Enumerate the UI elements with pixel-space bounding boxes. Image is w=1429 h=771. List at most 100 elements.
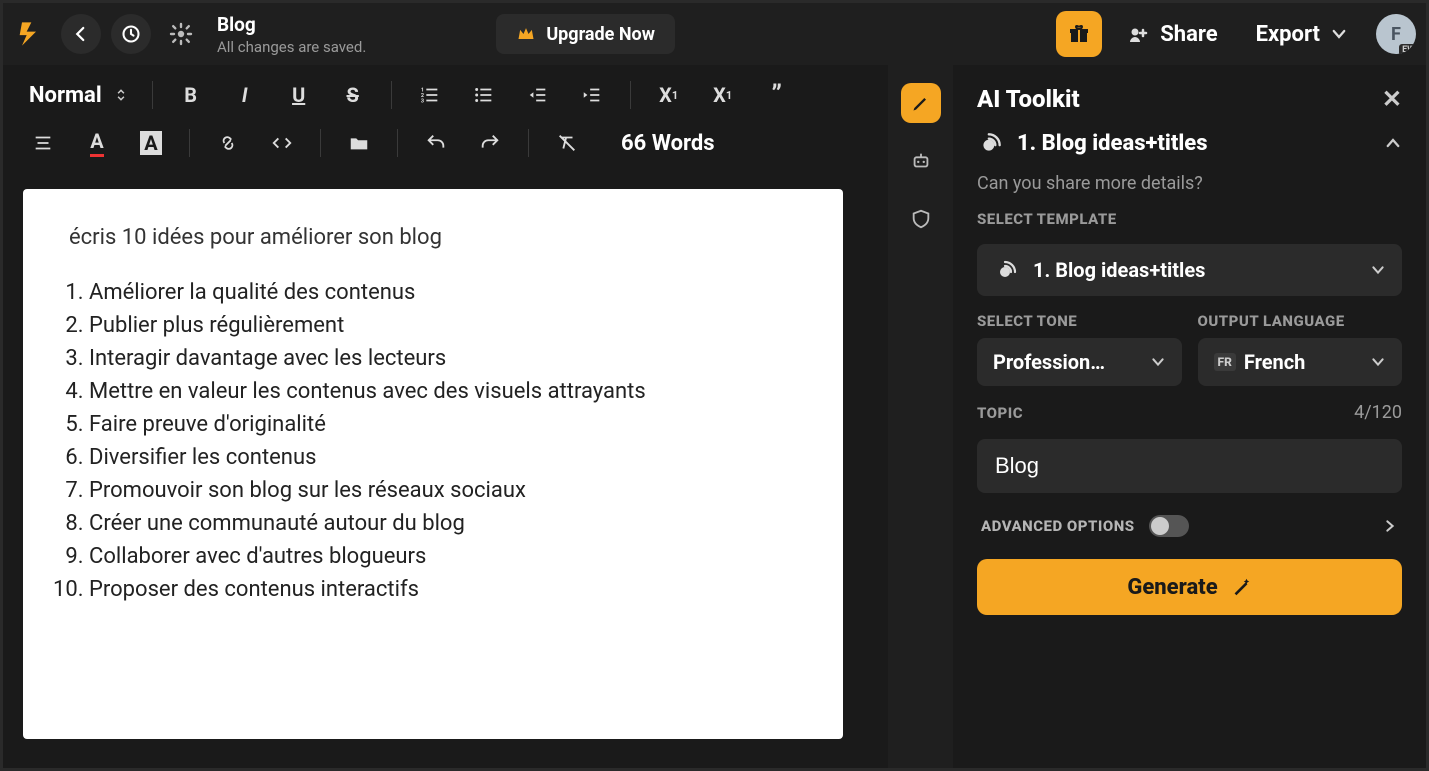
share-icon: [1126, 22, 1150, 46]
language-value: French: [1244, 350, 1306, 374]
topic-input[interactable]: [977, 439, 1402, 493]
generate-button[interactable]: Generate: [977, 559, 1402, 615]
word-count: 66 Words: [621, 131, 715, 156]
language-label: OUTPUT LANGUAGE: [1198, 312, 1403, 330]
underline-button[interactable]: U: [279, 75, 319, 115]
document[interactable]: écris 10 idées pour améliorer son blog A…: [23, 189, 843, 739]
list-item: Diversifier les contenus: [89, 441, 797, 474]
doc-title-block: Blog All changes are saved.: [217, 13, 366, 56]
shield-icon: [910, 208, 932, 230]
gift-button[interactable]: [1056, 11, 1102, 57]
upgrade-button[interactable]: Upgrade Now: [496, 14, 675, 54]
side-strip: [888, 65, 953, 768]
chevron-up-icon: [1384, 134, 1402, 152]
style-label: Normal: [29, 83, 102, 108]
tone-select[interactable]: Profession…: [977, 338, 1182, 386]
italic-button[interactable]: I: [225, 75, 265, 115]
outdent-button[interactable]: [518, 75, 558, 115]
chevron-down-icon: [1330, 25, 1348, 43]
strikethrough-button[interactable]: S: [333, 75, 373, 115]
template-select[interactable]: 1. Blog ideas+titles: [977, 244, 1402, 296]
doc-title[interactable]: Blog: [217, 13, 366, 36]
robot-icon: [910, 150, 932, 172]
clear-format-button[interactable]: [547, 123, 587, 163]
app-logo: [13, 18, 45, 50]
topic-label: TOPIC: [977, 404, 1023, 422]
bold-button[interactable]: B: [171, 75, 211, 115]
unordered-list-button[interactable]: [464, 75, 504, 115]
svg-text:3: 3: [420, 98, 423, 104]
history-button[interactable]: [111, 14, 151, 54]
blog-icon: [993, 256, 1021, 284]
advanced-toggle[interactable]: [1149, 515, 1189, 537]
topbar: Blog All changes are saved. Upgrade Now …: [3, 3, 1426, 65]
topic-count: 4/120: [1354, 402, 1402, 423]
section-header[interactable]: 1. Blog ideas+titles: [977, 129, 1402, 157]
chevron-down-icon: [1370, 262, 1386, 278]
pencil-icon: [911, 93, 931, 113]
section-title: 1. Blog ideas+titles: [1017, 131, 1208, 156]
share-label: Share: [1160, 22, 1217, 47]
crown-icon: [516, 24, 536, 44]
back-button[interactable]: [61, 14, 101, 54]
list-item: Améliorer la qualité des contenus: [89, 276, 797, 309]
chevron-down-icon: [1370, 354, 1386, 370]
template-label: SELECT TEMPLATE: [977, 210, 1402, 228]
shield-tab[interactable]: [901, 199, 941, 239]
list-item: Publier plus régulièrement: [89, 309, 797, 342]
tone-value: Profession…: [993, 350, 1105, 374]
chevron-right-icon: [1382, 518, 1398, 534]
list-item: Collaborer avec d'autres blogueurs: [89, 540, 797, 573]
link-button[interactable]: [208, 123, 248, 163]
select-arrows-icon: [114, 86, 128, 104]
text-color-button[interactable]: A: [77, 123, 117, 163]
magic-wand-icon: [1230, 576, 1252, 598]
close-button[interactable]: ✕: [1382, 85, 1402, 113]
chevron-down-icon: [1150, 354, 1166, 370]
share-button[interactable]: Share: [1112, 22, 1231, 47]
avatar-initial: F: [1391, 24, 1401, 45]
language-select[interactable]: FR French: [1198, 338, 1403, 386]
highlight-button[interactable]: A: [131, 123, 171, 163]
blog-icon: [977, 129, 1005, 157]
avatar-badge: EW: [1399, 44, 1416, 54]
export-button[interactable]: Export: [1242, 22, 1362, 47]
generate-label: Generate: [1127, 575, 1217, 600]
list-item: Créer une communauté autour du blog: [89, 507, 797, 540]
folder-button[interactable]: [339, 123, 379, 163]
ordered-list-button[interactable]: 123: [410, 75, 450, 115]
list-item: Promouvoir son blog sur les réseaux soci…: [89, 474, 797, 507]
list-item: Faire preuve d'originalité: [89, 408, 797, 441]
code-button[interactable]: [262, 123, 302, 163]
robot-tab[interactable]: [901, 141, 941, 181]
editor-toolbar: Normal B I U S 123 X1 X1 ”: [3, 65, 888, 169]
indent-button[interactable]: [572, 75, 612, 115]
settings-button[interactable]: [161, 14, 201, 54]
paragraph-style-select[interactable]: Normal: [23, 83, 134, 108]
doc-prompt: écris 10 idées pour améliorer son blog: [69, 225, 797, 250]
language-code: FR: [1214, 353, 1236, 371]
align-button[interactable]: [23, 123, 63, 163]
editor-pane: Normal B I U S 123 X1 X1 ”: [3, 65, 888, 768]
subscript-button[interactable]: X1: [703, 75, 743, 115]
list-item: Mettre en valeur les contenus avec des v…: [89, 375, 797, 408]
gift-icon: [1067, 22, 1091, 46]
advanced-options-row[interactable]: ADVANCED OPTIONS: [977, 509, 1402, 543]
pencil-tab[interactable]: [901, 83, 941, 123]
section-subtitle: Can you share more details?: [977, 173, 1402, 194]
ai-panel: AI Toolkit ✕ 1. Blog ideas+titles Can yo…: [953, 65, 1426, 768]
undo-button[interactable]: [416, 123, 456, 163]
doc-list: Améliorer la qualité des contenus Publie…: [69, 276, 797, 606]
redo-button[interactable]: [470, 123, 510, 163]
ai-panel-title: AI Toolkit: [977, 85, 1080, 113]
superscript-button[interactable]: X1: [649, 75, 689, 115]
save-status: All changes are saved.: [217, 38, 366, 56]
list-item: Proposer des contenus interactifs: [89, 573, 797, 606]
blockquote-button[interactable]: ”: [757, 75, 797, 115]
avatar[interactable]: F EW: [1376, 14, 1416, 54]
upgrade-label: Upgrade Now: [546, 24, 655, 45]
list-item: Interagir davantage avec les lecteurs: [89, 342, 797, 375]
tone-label: SELECT TONE: [977, 312, 1182, 330]
template-value: 1. Blog ideas+titles: [1033, 258, 1205, 282]
export-label: Export: [1256, 22, 1320, 47]
